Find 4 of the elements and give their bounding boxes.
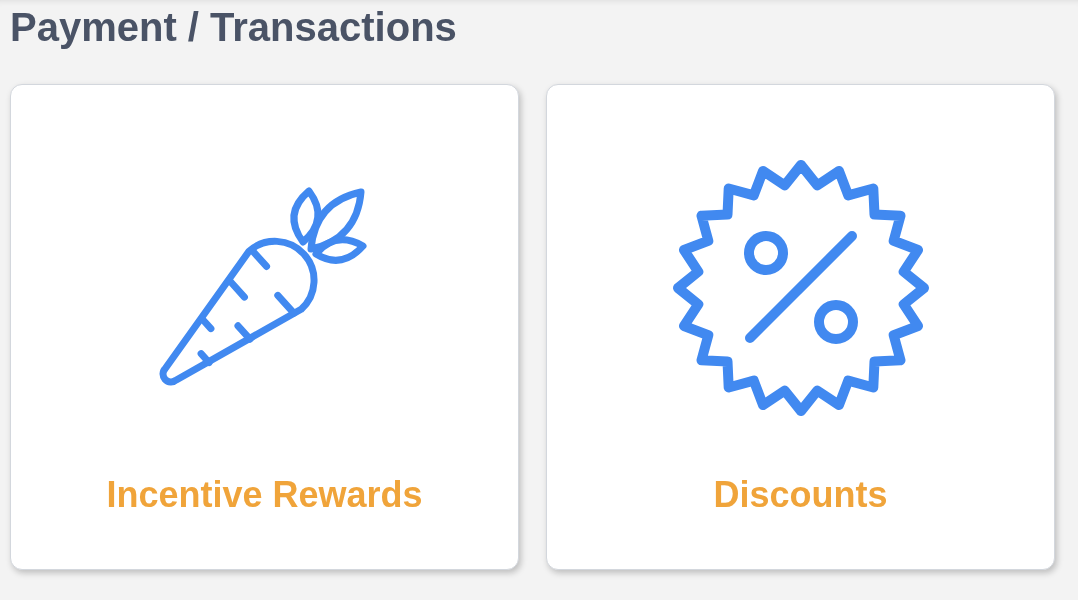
menu-tile[interactable]: Discounts — [546, 84, 1055, 570]
percent-badge-icon — [671, 158, 930, 417]
page-title: Payment / Transactions — [10, 4, 457, 50]
menu-tile[interactable]: Incentive Rewards — [10, 84, 519, 570]
